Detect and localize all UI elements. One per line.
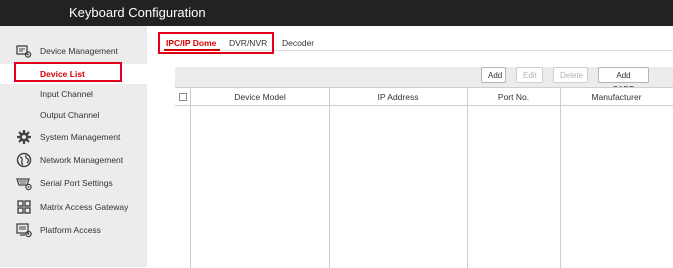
sidebar-item-label: System Management xyxy=(40,132,121,142)
tab-dvr-nvr[interactable]: DVR/NVR xyxy=(229,37,267,49)
sidebar-item-label: Device List xyxy=(40,69,85,79)
tab-bar-divider xyxy=(158,50,673,51)
column-header-device-model[interactable]: Device Model xyxy=(191,88,329,106)
device-management-icon xyxy=(16,43,32,59)
device-table: Device Model IP Address Port No. Manufac… xyxy=(175,87,673,268)
add-sadp-button[interactable]: Add SADP xyxy=(598,67,649,94)
delete-button[interactable]: Delete xyxy=(553,67,588,83)
column-divider xyxy=(329,88,330,268)
sidebar-item-label: Matrix Access Gateway xyxy=(40,202,129,212)
sidebar-item-label: Output Channel xyxy=(40,110,100,120)
sidebar-item-platform-access[interactable]: Platform Access xyxy=(0,220,147,240)
table-header: Device Model IP Address Port No. Manufac… xyxy=(175,88,673,106)
gear-icon xyxy=(16,129,32,145)
sidebar-item-label: Device Management xyxy=(40,46,118,56)
sidebar-item-device-management[interactable]: Device Management xyxy=(0,41,147,61)
sidebar-item-network-management[interactable]: Network Management xyxy=(0,150,147,170)
edit-button[interactable]: Edit xyxy=(516,67,543,83)
sidebar-item-label: Platform Access xyxy=(40,225,101,235)
globe-icon xyxy=(16,152,32,168)
app-title: Keyboard Configuration xyxy=(69,5,206,20)
active-tab-indicator xyxy=(164,49,220,51)
column-divider xyxy=(560,88,561,268)
matrix-grid-icon xyxy=(16,199,32,215)
sidebar-item-output-channel[interactable]: Output Channel xyxy=(0,105,147,125)
column-divider xyxy=(467,88,468,268)
select-all-checkbox[interactable] xyxy=(179,93,187,101)
sidebar-item-serial-port-settings[interactable]: Serial Port Settings xyxy=(0,173,147,193)
sidebar-item-label: Network Management xyxy=(40,155,124,165)
add-button[interactable]: Add xyxy=(481,67,506,83)
sidebar-item-label: Serial Port Settings xyxy=(40,178,113,188)
sidebar-item-device-list[interactable]: Device List xyxy=(0,64,147,84)
title-bar: Keyboard Configuration xyxy=(0,0,673,26)
sidebar-item-input-channel[interactable]: Input Channel xyxy=(0,84,147,104)
tab-ipc-ip-dome[interactable]: IPC/IP Dome xyxy=(166,37,216,49)
platform-access-icon xyxy=(16,222,32,238)
column-header-ip-address[interactable]: IP Address xyxy=(329,88,467,106)
serial-port-icon xyxy=(16,175,32,191)
sidebar-item-label: Input Channel xyxy=(40,89,93,99)
sidebar-item-matrix-access-gateway[interactable]: Matrix Access Gateway xyxy=(0,197,147,217)
column-header-manufacturer[interactable]: Manufacturer xyxy=(560,88,673,106)
column-divider xyxy=(190,88,191,268)
column-header-port-no[interactable]: Port No. xyxy=(467,88,560,106)
tab-decoder[interactable]: Decoder xyxy=(282,37,314,49)
sidebar-item-system-management[interactable]: System Management xyxy=(0,127,147,147)
